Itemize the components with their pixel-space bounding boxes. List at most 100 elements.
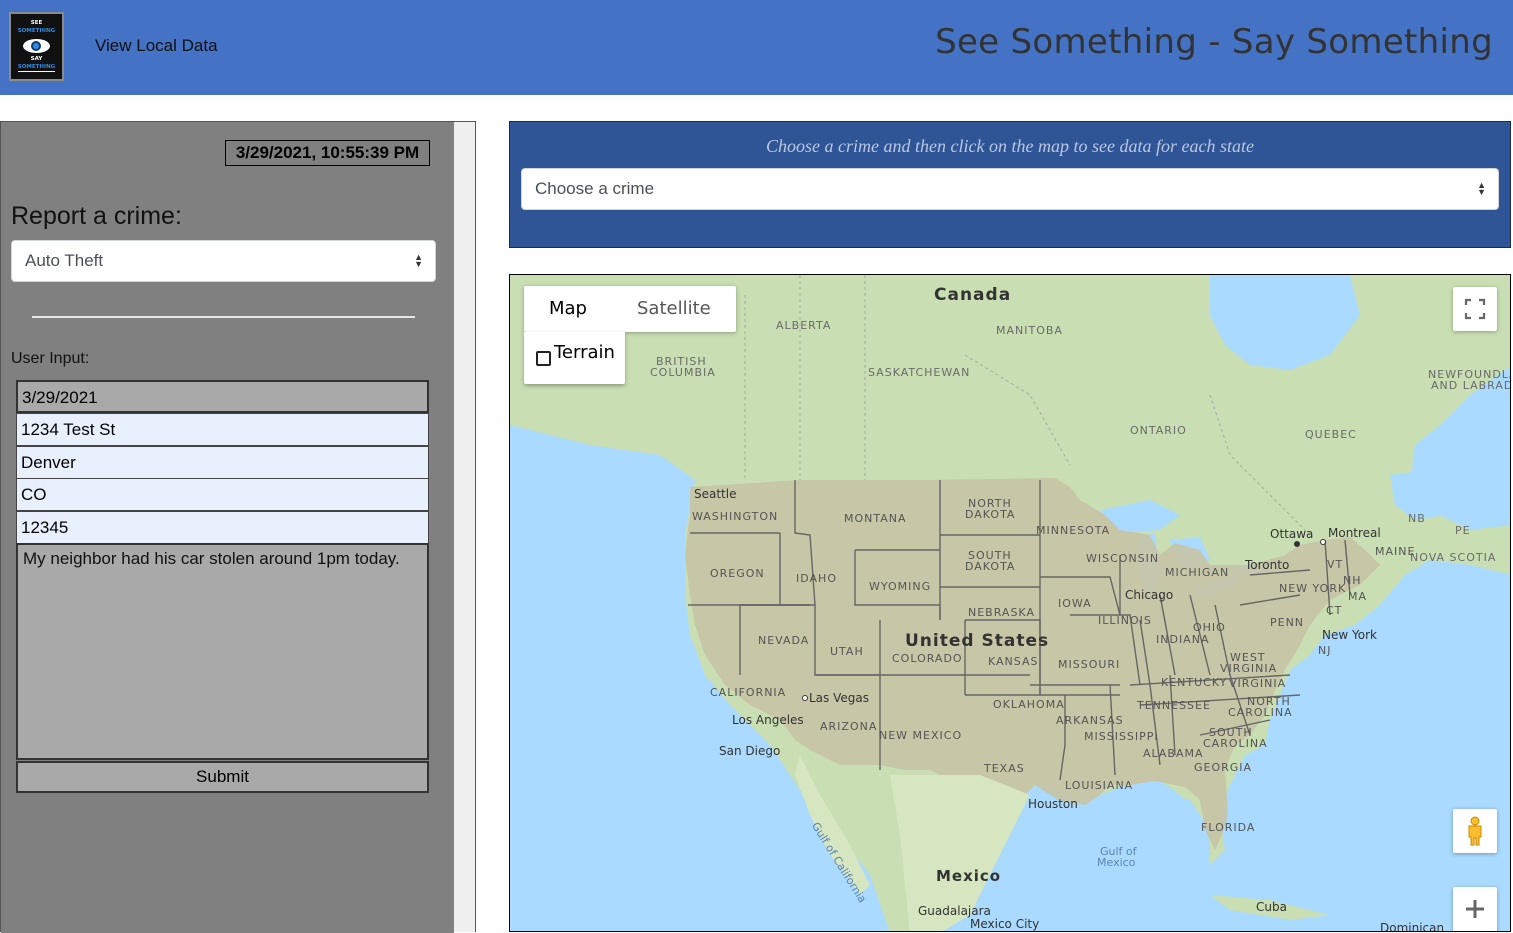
site-logo[interactable]: SEE SOMETHING SAY SOMETHING <box>9 12 64 81</box>
label-alberta: ALBERTA <box>776 319 832 332</box>
logo-text-say: SAY <box>30 56 43 62</box>
crime-chooser-hint: Choose a crime and then click on the map… <box>766 136 1254 156</box>
city-field[interactable]: Denver <box>16 446 429 479</box>
label-ottawa: Ottawa <box>1270 527 1314 541</box>
view-local-data-link[interactable]: View Local Data <box>95 36 218 56</box>
label-iowa: IOWA <box>1058 597 1092 610</box>
logo-text-something: SOMETHING <box>17 28 56 34</box>
terrain-checkbox[interactable] <box>536 351 551 366</box>
report-panel: 3/29/2021, 10:55:39 PM Report a crime: A… <box>0 121 476 933</box>
label-illinois: ILLINOIS <box>1098 614 1152 627</box>
city-dot-montreal <box>1320 539 1326 545</box>
label-kentucky: KENTUCKY <box>1161 676 1228 689</box>
label-canada: Canada <box>934 285 1012 305</box>
description-textarea[interactable]: My neighbor had his car stolen around 1p… <box>16 543 429 760</box>
label-missouri: MISSOURI <box>1058 658 1121 671</box>
select-arrows-icon: ▲ ▼ <box>1477 180 1486 197</box>
label-houston: Houston <box>1028 797 1078 811</box>
label-penn: PENN <box>1270 616 1305 629</box>
label-chicago: Chicago <box>1125 588 1174 602</box>
label-utah: UTAH <box>830 645 864 658</box>
terrain-option[interactable]: Terrain <box>524 332 625 384</box>
label-vt: VT <box>1327 558 1344 571</box>
label-north-carolina-2: CAROLINA <box>1228 706 1293 719</box>
user-input-label: User Input: <box>11 350 90 367</box>
state-field[interactable]: CO <box>16 478 429 511</box>
submit-button[interactable]: Submit <box>16 761 429 793</box>
zoom-in-button[interactable] <box>1453 887 1497 931</box>
label-mexico-city: Mexico City <box>970 917 1040 931</box>
top-navbar: SEE SOMETHING SAY SOMETHING View Local D… <box>0 0 1513 95</box>
label-las-vegas: Las Vegas <box>809 691 869 705</box>
zoom-in-icon <box>1466 900 1484 918</box>
zip-field[interactable]: 12345 <box>16 511 429 544</box>
logo-text-see: SEE <box>30 20 43 26</box>
label-north-dakota-2: DAKOTA <box>965 508 1016 521</box>
crime-map[interactable]: Canada United States Mexico ALBERTA MANI… <box>509 274 1511 932</box>
datetime-display: 3/29/2021, 10:55:39 PM <box>225 140 430 166</box>
fullscreen-button[interactable] <box>1453 287 1497 331</box>
label-new-york: NEW YORK <box>1279 582 1347 595</box>
label-oklahoma: OKLAHOMA <box>993 698 1065 711</box>
street-view-button[interactable] <box>1453 809 1497 853</box>
site-title: See Something - Say Something <box>935 22 1493 62</box>
label-gulf-of-mexico-2: Mexico <box>1097 856 1136 869</box>
label-quebec: QUEBEC <box>1305 428 1357 441</box>
label-ct: CT <box>1326 604 1343 617</box>
label-cuba: Cuba <box>1256 900 1287 914</box>
label-wyoming: WYOMING <box>869 580 932 593</box>
label-united-states: United States <box>905 631 1050 651</box>
label-arizona: ARIZONA <box>820 720 878 733</box>
label-seattle: Seattle <box>694 487 737 501</box>
label-manitoba: MANITOBA <box>996 324 1063 337</box>
report-crime-heading: Report a crime: <box>11 202 182 230</box>
crime-type-select[interactable]: Auto Theft ▲ ▼ <box>11 240 436 282</box>
eye-icon <box>23 39 50 53</box>
terrain-label: Terrain <box>554 342 615 363</box>
label-tennessee: TENNESSEE <box>1137 699 1211 712</box>
label-arkansas: ARKANSAS <box>1056 714 1124 727</box>
map-type-map-button[interactable]: Map <box>524 286 612 332</box>
label-ontario: ONTARIO <box>1130 424 1187 437</box>
label-montreal: Montreal <box>1328 526 1381 540</box>
label-montana: MONTANA <box>844 512 907 525</box>
date-field[interactable]: 3/29/2021 <box>16 380 429 413</box>
label-nj: NJ <box>1318 644 1332 657</box>
label-san-diego: San Diego <box>719 744 781 758</box>
label-idaho: IDAHO <box>796 572 837 585</box>
label-dominican: Dominican <box>1380 921 1445 932</box>
label-south-dakota-2: DAKOTA <box>965 560 1016 573</box>
label-ohio: OHIO <box>1193 621 1226 634</box>
crime-filter-value: Choose a crime <box>535 179 655 198</box>
street-field[interactable]: 1234 Test St <box>16 413 429 446</box>
label-louisiana: LOUISIANA <box>1065 779 1134 792</box>
label-virginia: VIRGINIA <box>1229 677 1287 690</box>
label-nebraska: NEBRASKA <box>968 606 1035 619</box>
label-pe: PE <box>1455 524 1471 537</box>
label-los-angeles: Los Angeles <box>732 713 804 727</box>
label-columbia: COLUMBIA <box>650 366 716 379</box>
label-nb: NB <box>1408 512 1426 525</box>
label-oregon: OREGON <box>710 567 765 580</box>
label-newfoundland-2: AND LABRAD <box>1431 379 1511 392</box>
label-colorado: COLORADO <box>892 652 963 665</box>
label-washington: WASHINGTON <box>692 510 779 523</box>
label-maine: MAINE <box>1375 545 1416 558</box>
city-dot-las-vegas <box>802 695 808 701</box>
label-mexico: Mexico <box>936 867 1002 885</box>
label-nova-scotia: NOVA SCOTIA <box>1410 551 1497 564</box>
logo-divider <box>18 71 55 72</box>
logo-text-something-2: SOMETHING <box>17 64 56 70</box>
label-south-carolina-2: CAROLINA <box>1203 737 1268 750</box>
label-minnesota: MINNESOTA <box>1036 524 1111 537</box>
label-nh: NH <box>1343 574 1362 587</box>
label-saskatchewan: SASKATCHEWAN <box>868 366 971 379</box>
crime-type-value: Auto Theft <box>25 251 104 270</box>
label-toronto: Toronto <box>1245 558 1290 572</box>
label-kansas: KANSAS <box>988 655 1039 668</box>
label-ma: MA <box>1348 590 1368 603</box>
label-florida: FLORIDA <box>1201 821 1256 834</box>
map-type-satellite-button[interactable]: Satellite <box>612 286 736 332</box>
pegman-icon <box>1468 816 1482 846</box>
crime-filter-select[interactable]: Choose a crime ▲ ▼ <box>521 168 1499 210</box>
